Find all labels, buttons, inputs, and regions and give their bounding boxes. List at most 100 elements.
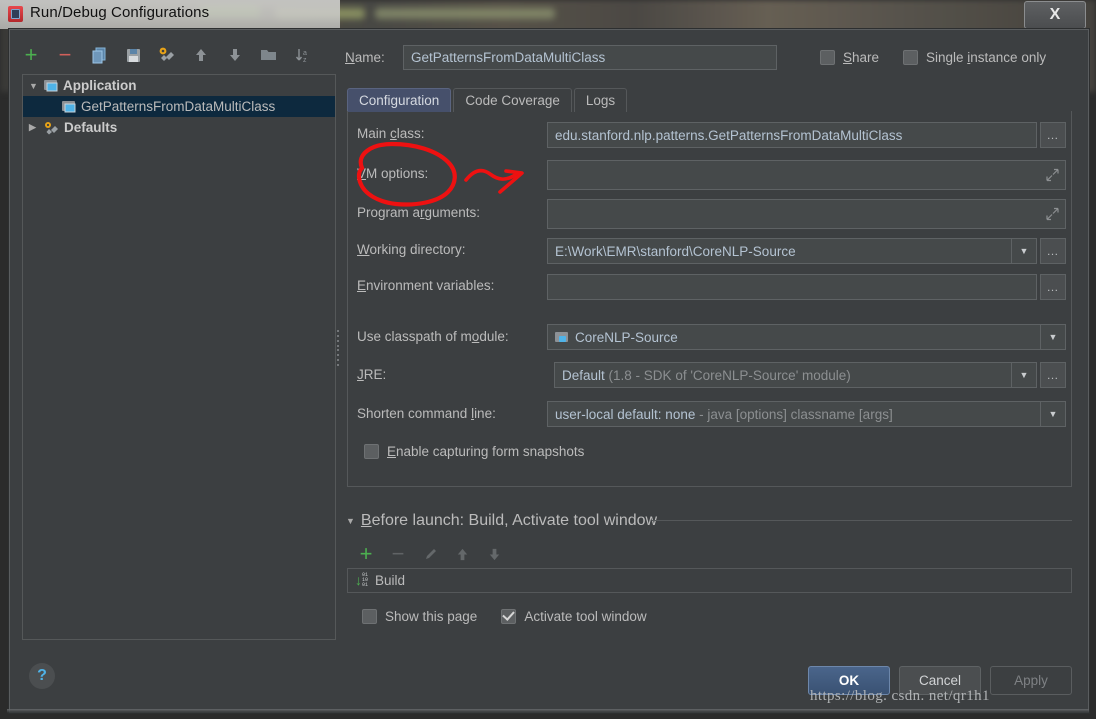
- arrow-up-icon: [457, 548, 467, 560]
- add-configuration-button[interactable]: +: [14, 42, 48, 68]
- question-mark-icon: ?: [37, 667, 47, 684]
- watermark: https://blog. csdn. net/qr1h1: [810, 688, 990, 704]
- jre-row: JRE:: [357, 367, 386, 382]
- shorten-command-line-value: user-local default: none: [555, 406, 696, 422]
- idea-icon: [8, 6, 23, 22]
- chevron-down-icon[interactable]: ▼: [1040, 402, 1065, 426]
- expand-icon[interactable]: [1046, 207, 1059, 221]
- ellipsis-icon: …: [1046, 368, 1060, 382]
- program-arguments-field[interactable]: [547, 199, 1066, 229]
- close-button[interactable]: X: [1024, 1, 1086, 29]
- main-class-label: Main class:: [357, 126, 425, 141]
- arrow-down-icon: [489, 548, 499, 560]
- floppy-disk-icon: [126, 48, 140, 62]
- tree-node-application[interactable]: ▼ Application: [23, 75, 335, 96]
- vm-options-field[interactable]: [547, 160, 1066, 190]
- environment-variables-browse-button[interactable]: …: [1040, 274, 1066, 300]
- tab-configuration[interactable]: Configuration: [347, 88, 452, 112]
- chevron-down-icon[interactable]: ▼: [346, 516, 355, 526]
- expand-icon[interactable]: [1046, 168, 1059, 182]
- working-directory-field[interactable]: E:\Work\EMR\stanford\CoreNLP-Source ▼: [547, 238, 1037, 264]
- show-this-page-checkbox[interactable]: [362, 609, 377, 624]
- new-folder-button[interactable]: [252, 42, 286, 68]
- tree-node-getpatternsfromdatamulticlass[interactable]: GetPatternsFromDataMultiClass: [23, 96, 335, 117]
- show-this-page-row[interactable]: Show this page: [362, 609, 477, 624]
- before-launch-task-row[interactable]: ↓ 01 10 01 Build: [347, 568, 1072, 593]
- move-down-button[interactable]: [218, 42, 252, 68]
- configurations-tree[interactable]: ▼ Application GetPatternsFromDataMultiCl…: [22, 74, 336, 640]
- name-input[interactable]: [403, 45, 777, 70]
- jre-browse-button[interactable]: …: [1040, 362, 1066, 388]
- sort-az-icon: a z: [295, 48, 307, 64]
- build-icon: ↓ 01 10 01: [355, 571, 369, 588]
- tree-node-label: Application: [63, 78, 137, 93]
- use-classpath-field[interactable]: CoreNLP-Source ▼: [547, 324, 1066, 350]
- shorten-command-line-row: Shorten command line:: [357, 406, 496, 421]
- close-icon: X: [1049, 6, 1061, 23]
- activate-tool-window-row[interactable]: Activate tool window: [501, 609, 647, 624]
- main-class-browse-button[interactable]: …: [1040, 122, 1066, 148]
- tab-logs[interactable]: Logs: [573, 88, 628, 112]
- chevron-down-icon[interactable]: ▼: [29, 81, 44, 91]
- add-task-button[interactable]: +: [350, 541, 382, 566]
- before-launch-options: Show this page Activate tool window: [362, 609, 647, 624]
- tree-node-label: Defaults: [64, 120, 118, 135]
- wrench-icon: [45, 121, 58, 134]
- before-launch-header[interactable]: ▼ Before launch: Build, Activate tool wi…: [346, 512, 657, 530]
- panel-splitter[interactable]: [336, 330, 341, 366]
- environment-variables-label: Environment variables:: [357, 278, 495, 293]
- chevron-down-icon[interactable]: ▼: [1011, 239, 1036, 263]
- window-title: Run/Debug Configurations: [30, 4, 210, 21]
- shorten-command-line-field[interactable]: user-local default: none - java [options…: [547, 401, 1066, 427]
- before-launch-task-label: Build: [375, 573, 406, 588]
- enable-snapshots-checkbox[interactable]: [364, 444, 379, 459]
- single-instance-checkbox-row[interactable]: Single instance only: [903, 50, 1046, 65]
- enable-snapshots-row[interactable]: Enable capturing form snapshots: [364, 444, 584, 459]
- edit-defaults-button[interactable]: [150, 42, 184, 68]
- chevron-right-icon[interactable]: ▶: [29, 122, 44, 133]
- environment-variables-row: Environment variables:: [357, 278, 494, 293]
- share-checkbox[interactable]: [820, 50, 835, 65]
- sort-alphabetically-button[interactable]: a z: [286, 42, 320, 68]
- jre-field[interactable]: Default (1.8 - SDK of 'CoreNLP-Source' m…: [554, 362, 1037, 388]
- tree-node-defaults[interactable]: ▶ Defaults: [23, 117, 335, 138]
- tab-code-coverage[interactable]: Code Coverage: [453, 88, 572, 112]
- ellipsis-icon: …: [1046, 280, 1060, 294]
- name-label-rest: ame:: [354, 50, 385, 65]
- application-icon: [62, 101, 76, 113]
- program-arguments-row: Program arguments:: [357, 205, 480, 220]
- single-instance-checkbox[interactable]: [903, 50, 918, 65]
- module-icon: [555, 331, 569, 343]
- save-configuration-button[interactable]: [116, 42, 150, 68]
- main-class-field[interactable]: edu.stanford.nlp.patterns.GetPatternsFro…: [547, 122, 1037, 148]
- arrow-up-icon: [196, 49, 206, 61]
- arrow-down-icon: [230, 49, 240, 61]
- screenshot-root: Run/Debug Configurations X + − a z ▼ App…: [0, 0, 1096, 719]
- show-this-page-label: Show this page: [385, 609, 478, 624]
- activate-tool-window-checkbox[interactable]: [501, 609, 517, 624]
- copy-configuration-button[interactable]: [82, 42, 116, 68]
- use-classpath-value: CoreNLP-Source: [575, 329, 678, 345]
- ellipsis-icon: …: [1046, 244, 1060, 258]
- tab-bar: Configuration Code Coverage Logs: [347, 87, 1072, 112]
- environment-variables-field[interactable]: [547, 274, 1037, 300]
- jre-label: JRE:: [357, 367, 387, 382]
- chevron-down-icon[interactable]: ▼: [1011, 363, 1036, 387]
- svg-text:z: z: [303, 57, 307, 64]
- working-directory-value: E:\Work\EMR\stanford\CoreNLP-Source: [555, 243, 796, 259]
- pencil-icon: [425, 548, 436, 559]
- move-up-button[interactable]: [184, 42, 218, 68]
- working-directory-row: Working directory:: [357, 242, 466, 257]
- folder-icon: [261, 50, 276, 60]
- share-checkbox-row[interactable]: Share: [820, 50, 879, 65]
- help-button[interactable]: ?: [29, 663, 55, 689]
- before-launch-title: Before launch: Build, Activate tool wind…: [360, 512, 658, 529]
- remove-configuration-button[interactable]: −: [48, 42, 82, 68]
- configurations-toolbar: + − a z: [14, 41, 334, 69]
- jre-value: Default: [562, 367, 605, 383]
- working-directory-browse-button[interactable]: …: [1040, 238, 1066, 264]
- chevron-down-icon[interactable]: ▼: [1040, 325, 1065, 349]
- activate-tool-window-label: Activate tool window: [524, 609, 647, 624]
- apply-button[interactable]: Apply: [990, 666, 1072, 695]
- share-label: Share: [843, 50, 880, 65]
